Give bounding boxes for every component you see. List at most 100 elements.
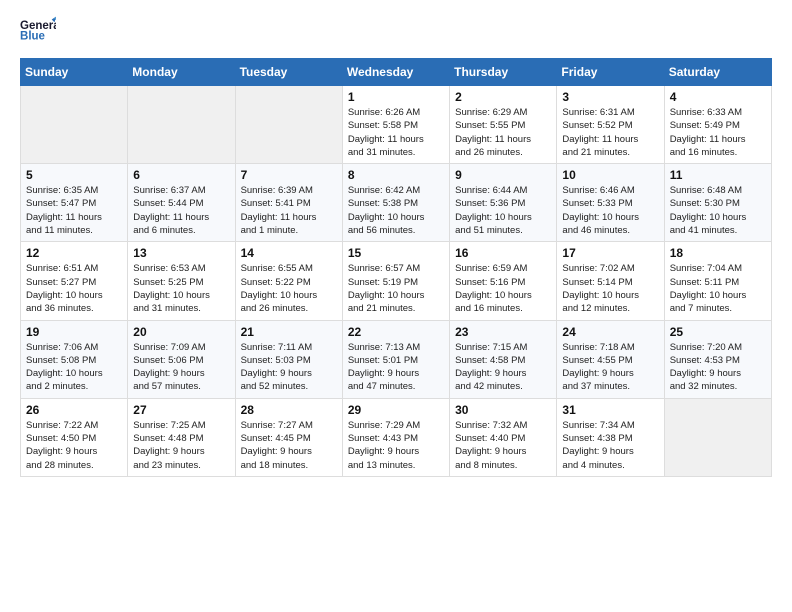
day-info: Sunrise: 6:26 AM Sunset: 5:58 PM Dayligh… xyxy=(348,106,444,159)
day-info: Sunrise: 7:15 AM Sunset: 4:58 PM Dayligh… xyxy=(455,341,551,394)
calendar-day-cell: 6Sunrise: 6:37 AM Sunset: 5:44 PM Daylig… xyxy=(128,164,235,242)
day-number: 14 xyxy=(241,246,337,260)
day-info: Sunrise: 7:27 AM Sunset: 4:45 PM Dayligh… xyxy=(241,419,337,472)
calendar-header-row: SundayMondayTuesdayWednesdayThursdayFrid… xyxy=(21,59,772,86)
day-number: 15 xyxy=(348,246,444,260)
calendar-day-cell: 1 Sunrise: 6:26 AM Sunset: 5:58 PM Daylig… xyxy=(342,86,449,164)
day-info: Sunrise: 6:33 AM Sunset: 5:49 PM Dayligh… xyxy=(670,106,766,159)
day-info: Sunrise: 7:02 AM Sunset: 5:14 PM Dayligh… xyxy=(562,262,658,315)
day-info: Sunrise: 6:29 AM Sunset: 5:55 PM Dayligh… xyxy=(455,106,551,159)
calendar-day-cell: 26 Sunrise: 7:22 AM Sunset: 4:50 PM Dayli… xyxy=(21,398,128,476)
day-number: 10 xyxy=(562,168,658,182)
day-number: 17 xyxy=(562,246,658,260)
calendar-day-cell: 8 Sunrise: 6:42 AM Sunset: 5:38 PM Daylig… xyxy=(342,164,449,242)
calendar-day-cell: 13 Sunrise: 6:53 AM Sunset: 5:25 PM Dayli… xyxy=(128,242,235,320)
day-number: 25 xyxy=(670,325,766,339)
day-number: 11 xyxy=(670,168,766,182)
day-info: Sunrise: 7:32 AM Sunset: 4:40 PM Dayligh… xyxy=(455,419,551,472)
day-number: 29 xyxy=(348,403,444,417)
day-info: Sunrise: 7:34 AM Sunset: 4:38 PM Dayligh… xyxy=(562,419,658,472)
calendar-week-row: 12 Sunrise: 6:51 AM Sunset: 5:27 PM Dayli… xyxy=(21,242,772,320)
calendar-day-cell: 10 Sunrise: 6:46 AM Sunset: 5:33 PM Dayli… xyxy=(557,164,664,242)
calendar-day-cell: 17 Sunrise: 7:02 AM Sunset: 5:14 PM Dayli… xyxy=(557,242,664,320)
day-number: 13 xyxy=(133,246,229,260)
day-info: Sunrise: 7:09 AM Sunset: 5:06 PM Dayligh… xyxy=(133,341,229,394)
calendar-day-cell: 16Sunrise: 6:59 AM Sunset: 5:16 PM Dayli… xyxy=(450,242,557,320)
logo: General Blue xyxy=(20,16,56,46)
calendar-day-cell xyxy=(21,86,128,164)
calendar-day-cell: 30 Sunrise: 7:32 AM Sunset: 4:40 PM Dayli… xyxy=(450,398,557,476)
calendar-week-row: 1 Sunrise: 6:26 AM Sunset: 5:58 PM Daylig… xyxy=(21,86,772,164)
day-info: Sunrise: 6:39 AM Sunset: 5:41 PM Dayligh… xyxy=(241,184,337,237)
day-info: Sunrise: 6:42 AM Sunset: 5:38 PM Dayligh… xyxy=(348,184,444,237)
calendar-day-cell: 31Sunrise: 7:34 AM Sunset: 4:38 PM Dayli… xyxy=(557,398,664,476)
day-number: 26 xyxy=(26,403,122,417)
calendar-day-cell xyxy=(128,86,235,164)
calendar-day-cell: 18Sunrise: 7:04 AM Sunset: 5:11 PM Dayli… xyxy=(664,242,771,320)
day-number: 9 xyxy=(455,168,551,182)
day-info: Sunrise: 6:44 AM Sunset: 5:36 PM Dayligh… xyxy=(455,184,551,237)
day-number: 19 xyxy=(26,325,122,339)
day-number: 1 xyxy=(348,90,444,104)
day-info: Sunrise: 6:59 AM Sunset: 5:16 PM Dayligh… xyxy=(455,262,551,315)
day-number: 30 xyxy=(455,403,551,417)
header: General Blue xyxy=(20,16,772,46)
day-number: 18 xyxy=(670,246,766,260)
day-info: Sunrise: 6:55 AM Sunset: 5:22 PM Dayligh… xyxy=(241,262,337,315)
calendar-day-cell xyxy=(664,398,771,476)
page: General Blue SundayMondayTuesdayWednesda… xyxy=(0,0,792,493)
day-number: 4 xyxy=(670,90,766,104)
day-info: Sunrise: 7:13 AM Sunset: 5:01 PM Dayligh… xyxy=(348,341,444,394)
day-number: 5 xyxy=(26,168,122,182)
logo-icon: General Blue xyxy=(20,16,56,46)
calendar-day-cell: 22 Sunrise: 7:13 AM Sunset: 5:01 PM Dayli… xyxy=(342,320,449,398)
calendar-day-cell: 29Sunrise: 7:29 AM Sunset: 4:43 PM Dayli… xyxy=(342,398,449,476)
day-number: 8 xyxy=(348,168,444,182)
calendar-day-cell: 3 Sunrise: 6:31 AM Sunset: 5:52 PM Daylig… xyxy=(557,86,664,164)
day-info: Sunrise: 6:46 AM Sunset: 5:33 PM Dayligh… xyxy=(562,184,658,237)
day-info: Sunrise: 7:25 AM Sunset: 4:48 PM Dayligh… xyxy=(133,419,229,472)
day-number: 20 xyxy=(133,325,229,339)
calendar-day-cell: 11Sunrise: 6:48 AM Sunset: 5:30 PM Dayli… xyxy=(664,164,771,242)
calendar-week-row: 5Sunrise: 6:35 AM Sunset: 5:47 PM Daylig… xyxy=(21,164,772,242)
calendar-day-cell: 4 Sunrise: 6:33 AM Sunset: 5:49 PM Daylig… xyxy=(664,86,771,164)
day-number: 6 xyxy=(133,168,229,182)
calendar-day-cell: 24 Sunrise: 7:18 AM Sunset: 4:55 PM Dayli… xyxy=(557,320,664,398)
day-number: 7 xyxy=(241,168,337,182)
calendar-day-cell: 9 Sunrise: 6:44 AM Sunset: 5:36 PM Daylig… xyxy=(450,164,557,242)
day-info: Sunrise: 6:51 AM Sunset: 5:27 PM Dayligh… xyxy=(26,262,122,315)
day-number: 2 xyxy=(455,90,551,104)
day-info: Sunrise: 7:22 AM Sunset: 4:50 PM Dayligh… xyxy=(26,419,122,472)
calendar-header-wednesday: Wednesday xyxy=(342,59,449,86)
day-number: 22 xyxy=(348,325,444,339)
calendar-day-cell: 21 Sunrise: 7:11 AM Sunset: 5:03 PM Dayli… xyxy=(235,320,342,398)
day-number: 27 xyxy=(133,403,229,417)
calendar-day-cell: 5Sunrise: 6:35 AM Sunset: 5:47 PM Daylig… xyxy=(21,164,128,242)
calendar-day-cell: 27 Sunrise: 7:25 AM Sunset: 4:48 PM Dayli… xyxy=(128,398,235,476)
calendar-day-cell: 14 Sunrise: 6:55 AM Sunset: 5:22 PM Dayli… xyxy=(235,242,342,320)
day-number: 21 xyxy=(241,325,337,339)
calendar-header-monday: Monday xyxy=(128,59,235,86)
day-info: Sunrise: 7:20 AM Sunset: 4:53 PM Dayligh… xyxy=(670,341,766,394)
calendar-day-cell: 15Sunrise: 6:57 AM Sunset: 5:19 PM Dayli… xyxy=(342,242,449,320)
day-number: 24 xyxy=(562,325,658,339)
svg-text:Blue: Blue xyxy=(20,31,46,43)
day-number: 3 xyxy=(562,90,658,104)
calendar-day-cell: 28 Sunrise: 7:27 AM Sunset: 4:45 PM Dayli… xyxy=(235,398,342,476)
day-number: 23 xyxy=(455,325,551,339)
calendar-day-cell xyxy=(235,86,342,164)
day-info: Sunrise: 6:31 AM Sunset: 5:52 PM Dayligh… xyxy=(562,106,658,159)
calendar-day-cell: 25 Sunrise: 7:20 AM Sunset: 4:53 PM Dayli… xyxy=(664,320,771,398)
day-info: Sunrise: 7:06 AM Sunset: 5:08 PM Dayligh… xyxy=(26,341,122,394)
calendar-header-thursday: Thursday xyxy=(450,59,557,86)
calendar-day-cell: 20 Sunrise: 7:09 AM Sunset: 5:06 PM Dayli… xyxy=(128,320,235,398)
day-number: 12 xyxy=(26,246,122,260)
calendar-day-cell: 2 Sunrise: 6:29 AM Sunset: 5:55 PM Daylig… xyxy=(450,86,557,164)
calendar-header-saturday: Saturday xyxy=(664,59,771,86)
calendar-week-row: 26 Sunrise: 7:22 AM Sunset: 4:50 PM Dayli… xyxy=(21,398,772,476)
day-number: 28 xyxy=(241,403,337,417)
day-info: Sunrise: 7:11 AM Sunset: 5:03 PM Dayligh… xyxy=(241,341,337,394)
day-info: Sunrise: 7:18 AM Sunset: 4:55 PM Dayligh… xyxy=(562,341,658,394)
calendar-table: SundayMondayTuesdayWednesdayThursdayFrid… xyxy=(20,58,772,477)
day-info: Sunrise: 6:53 AM Sunset: 5:25 PM Dayligh… xyxy=(133,262,229,315)
